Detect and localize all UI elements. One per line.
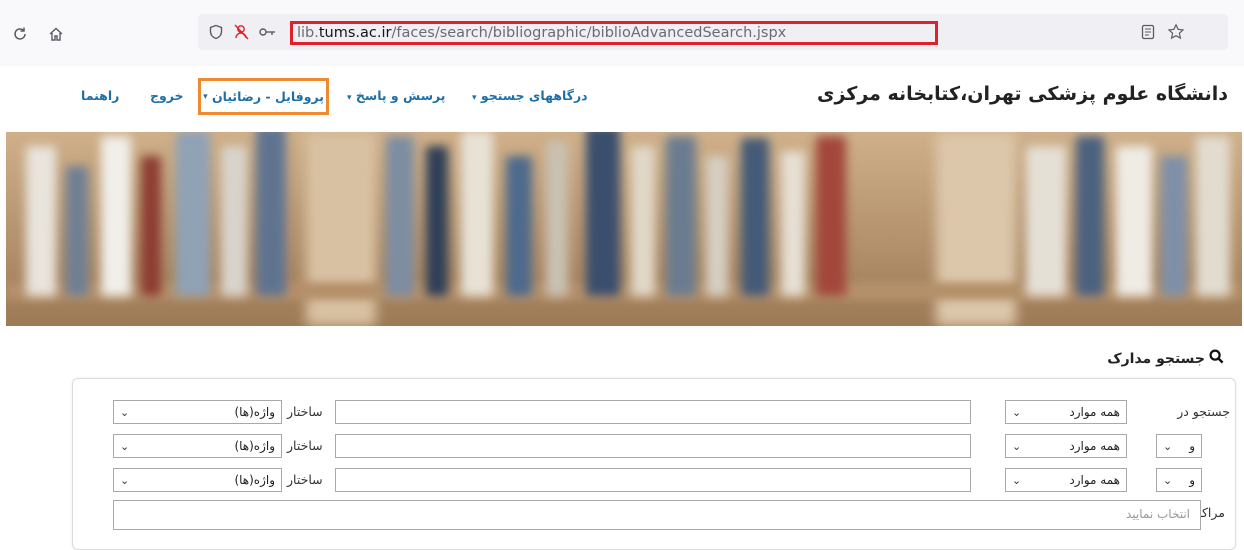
bookmark-star-icon[interactable] <box>1166 22 1186 42</box>
permissions-icon[interactable] <box>258 22 278 42</box>
home-icon[interactable] <box>46 24 66 44</box>
nav-search-portals[interactable]: درگاههای جستجو ▾ <box>472 88 588 103</box>
search-field-value: همه موارد <box>1069 473 1120 487</box>
chevron-down-icon: ⌄ <box>1163 439 1173 453</box>
structure-label: ساختار <box>287 472 323 487</box>
operator-select-3[interactable]: و ⌄ <box>1156 468 1202 492</box>
dropdown-caret-icon: ▾ <box>472 93 477 103</box>
tracking-icon[interactable] <box>232 22 252 42</box>
dropdown-caret-icon: ▾ <box>203 91 208 102</box>
search-heading: جستجو مدارک <box>1107 349 1224 368</box>
nav-search-portals-label: درگاههای جستجو <box>480 88 588 103</box>
search-field-value: همه موارد <box>1069 439 1120 453</box>
structure-value: واژه(ها) <box>234 473 275 487</box>
chevron-down-icon: ⌄ <box>120 439 130 453</box>
url-path: /faces/search/bibliographic/biblioAdvanc… <box>391 25 787 41</box>
chevron-down-icon: ⌄ <box>1163 473 1173 487</box>
url-bar[interactable]: lib.tums.ac.ir/faces/search/bibliographi… <box>198 14 1228 50</box>
nav-question-answer-label: پرسش و پاسخ <box>355 88 446 103</box>
site-title: دانشگاه علوم پزشکی تهران،کتابخانه مرکزی <box>817 83 1228 105</box>
nav-question-answer[interactable]: پرسش و پاسخ ▾ <box>347 88 445 103</box>
nav-logout[interactable]: خروج <box>150 88 184 103</box>
operator-value: و <box>1189 473 1195 487</box>
reader-view-icon[interactable] <box>1138 22 1158 42</box>
structure-label: ساختار <box>287 438 323 453</box>
search-field-select-2[interactable]: همه موارد ⌄ <box>1005 434 1127 458</box>
url-host: tums.ac.ir <box>318 25 392 41</box>
shield-icon[interactable] <box>206 22 226 42</box>
chevron-down-icon: ⌄ <box>120 473 130 487</box>
search-in-label: جستجو در <box>1177 404 1230 419</box>
structure-select-3[interactable]: واژه(ها) ⌄ <box>113 468 282 492</box>
search-field-select-3[interactable]: همه موارد ⌄ <box>1005 468 1127 492</box>
url-prefix: lib. <box>297 25 319 41</box>
operator-value: و <box>1189 439 1195 453</box>
chevron-down-icon: ⌄ <box>1012 439 1022 453</box>
structure-value: واژه(ها) <box>234 405 275 419</box>
search-term-input-2[interactable] <box>335 434 971 458</box>
structure-label: ساختار <box>287 404 323 419</box>
operator-select-2[interactable]: و ⌄ <box>1156 434 1202 458</box>
chevron-down-icon: ⌄ <box>1012 405 1022 419</box>
structure-select-2[interactable]: واژه(ها) ⌄ <box>113 434 282 458</box>
centers-select[interactable]: انتخاب نمایید <box>113 500 1201 530</box>
search-panel: جستجو در همه موارد ⌄ ساختار واژه(ها) ⌄ و ⌄ … <box>72 378 1236 550</box>
search-term-input-1[interactable] <box>335 400 971 424</box>
reload-icon[interactable] <box>10 24 30 44</box>
chevron-down-icon: ⌄ <box>1012 473 1022 487</box>
search-heading-text: جستجو مدارک <box>1107 350 1205 367</box>
search-term-input-3[interactable] <box>335 468 971 492</box>
structure-value: واژه(ها) <box>234 439 275 453</box>
url-text[interactable]: lib.tums.ac.ir/faces/search/bibliographi… <box>290 21 938 45</box>
nav-profile-label: پروفایل - رضائیان <box>211 89 324 104</box>
dropdown-caret-icon: ▾ <box>347 93 352 103</box>
site-header: دانشگاه علوم پزشکی تهران،کتابخانه مرکزی … <box>0 66 1244 132</box>
library-banner-image <box>6 132 1242 326</box>
search-icon <box>1209 349 1224 368</box>
structure-select-1[interactable]: واژه(ها) ⌄ <box>113 400 282 424</box>
nav-profile[interactable]: پروفایل - رضائیان ▾ <box>198 78 329 115</box>
chevron-down-icon: ⌄ <box>120 405 130 419</box>
search-field-value: همه موارد <box>1069 405 1120 419</box>
search-field-select-1[interactable]: همه موارد ⌄ <box>1005 400 1127 424</box>
browser-toolbar: lib.tums.ac.ir/faces/search/bibliographi… <box>0 0 1244 66</box>
nav-help[interactable]: راهنما <box>81 88 119 103</box>
